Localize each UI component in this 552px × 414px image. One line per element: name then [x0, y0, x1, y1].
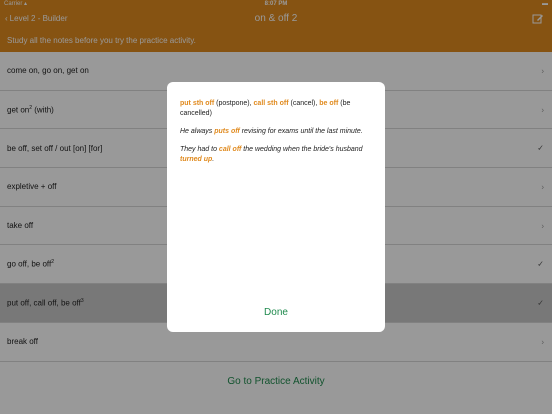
- definition-line: put sth off (postpone), call sth off (ca…: [180, 100, 351, 117]
- example-sentence: He always puts off revising for exams un…: [180, 128, 363, 135]
- done-button[interactable]: Done: [167, 307, 385, 318]
- note-modal: put sth off (postpone), call sth off (ca…: [167, 82, 385, 332]
- example-sentence: They had to call off the wedding when th…: [180, 146, 363, 163]
- note-content: put sth off (postpone), call sth off (ca…: [180, 99, 372, 173]
